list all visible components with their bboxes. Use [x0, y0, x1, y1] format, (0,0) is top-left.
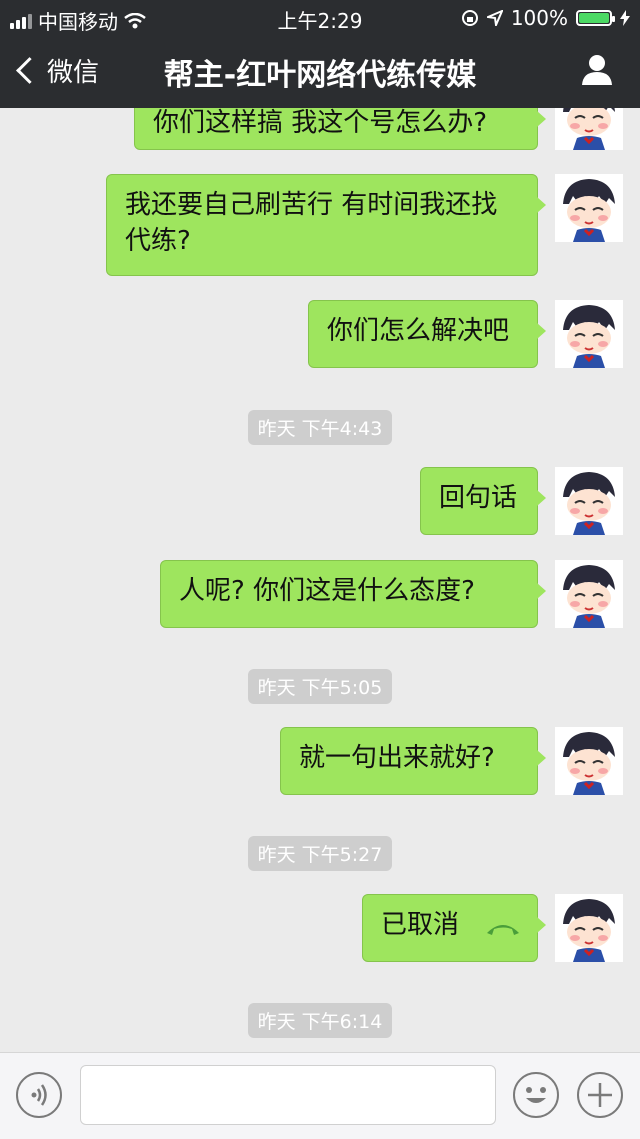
message-bubble[interactable]: 我还要自己刷苦行 有时间我还找 代练? [106, 174, 546, 276]
battery-icon [576, 10, 615, 26]
person-icon[interactable] [580, 52, 614, 86]
conan-avatar-icon [563, 732, 615, 795]
timestamp: 昨天 下午4:43 [0, 410, 640, 445]
avatar[interactable] [555, 727, 623, 795]
avatar[interactable] [555, 300, 623, 368]
message-row: 我还要自己刷苦行 有时间我还找 代练? [0, 174, 640, 284]
message-bubble[interactable]: 你们这样搞 我这个号怎么办? [134, 108, 546, 150]
message-text: 你们这样搞 我这个号怎么办? [153, 108, 488, 138]
timestamp: 昨天 下午6:14 [0, 1003, 640, 1038]
input-bar [0, 1052, 640, 1139]
message-row: 就一句出来就好? [0, 727, 640, 797]
timestamp: 昨天 下午5:05 [0, 669, 640, 704]
plus-icon [588, 1083, 612, 1107]
message-bubble[interactable]: 人呢? 你们这是什么态度? [160, 560, 546, 628]
avatar[interactable] [555, 560, 623, 628]
message-row: 回句话 [0, 467, 640, 537]
status-bar: 中国移动 上午2:29 100% [0, 0, 640, 36]
message-text: 就一句出来就好? [299, 743, 495, 773]
timestamp-label: 昨天 下午4:43 [247, 410, 393, 445]
avatar[interactable] [555, 467, 623, 535]
chat-title: 帮主-红叶网络代练传媒 [163, 58, 477, 93]
timestamp-label: 昨天 下午5:27 [247, 836, 393, 871]
message-input[interactable] [80, 1065, 496, 1125]
message-text: 代练? [125, 226, 191, 256]
message-row: 你们怎么解决吧 [0, 300, 640, 370]
message-text: 回句话 [439, 483, 518, 513]
message-row: 已取消 [0, 894, 640, 964]
avatar[interactable] [555, 174, 623, 242]
timestamp-label: 昨天 下午6:14 [247, 1003, 393, 1038]
conan-avatar-icon [563, 565, 615, 628]
avatar[interactable] [555, 108, 623, 150]
message-bubble[interactable]: 就一句出来就好? [280, 727, 546, 795]
voice-button[interactable] [16, 1072, 62, 1118]
call-bubble[interactable]: 已取消 [362, 894, 546, 962]
message-row: 你们这样搞 我这个号怎么办? [0, 108, 640, 168]
conan-avatar-icon [563, 179, 615, 242]
charging-icon [620, 10, 630, 26]
orientation-lock-icon [461, 10, 478, 26]
message-text: 人呢? 你们这是什么态度? [179, 576, 475, 606]
more-button[interactable] [577, 1072, 623, 1118]
conan-avatar-icon [563, 899, 615, 962]
voice-icon [31, 1084, 47, 1106]
message-list[interactable]: 你们这样搞 我这个号怎么办? 我还要自己刷苦行 有时间我还找 代练? 你们怎么解… [0, 108, 640, 1052]
timestamp-label: 昨天 下午5:05 [247, 669, 393, 704]
message-text: 已取消 [381, 910, 460, 940]
smiley-icon [526, 1087, 546, 1103]
top-bar: 中国移动 上午2:29 100% 微信 帮主-红叶网络代练传媒 [0, 0, 640, 108]
avatar[interactable] [555, 894, 623, 962]
emoji-button[interactable] [513, 1072, 559, 1118]
phone-hangup-icon [487, 925, 519, 935]
conan-avatar-icon [563, 108, 615, 150]
message-text: 我还要自己刷苦行 有时间我还找 [125, 190, 498, 220]
message-text: 你们怎么解决吧 [327, 316, 510, 346]
location-icon [486, 10, 503, 26]
conan-avatar-icon [563, 305, 615, 368]
nav-bar: 微信 帮主-红叶网络代练传媒 [0, 36, 640, 108]
message-bubble[interactable]: 回句话 [420, 467, 546, 535]
message-bubble[interactable]: 你们怎么解决吧 [308, 300, 546, 368]
message-row: 人呢? 你们这是什么态度? [0, 560, 640, 630]
conan-avatar-icon [563, 472, 615, 535]
battery-percent: 100% [510, 6, 568, 30]
timestamp: 昨天 下午5:27 [0, 836, 640, 871]
